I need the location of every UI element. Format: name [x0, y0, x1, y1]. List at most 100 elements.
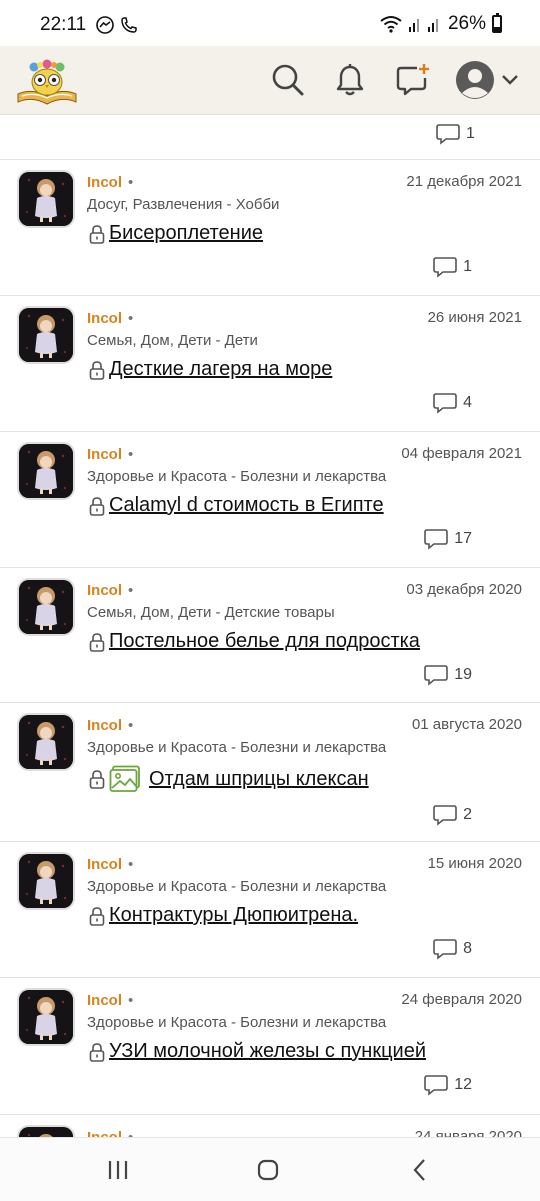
comment-count[interactable]: 1: [433, 256, 472, 278]
post-item[interactable]: Incol • 26 июня 2021 Семья, Дом, Дети - Д…: [0, 296, 540, 432]
post-title-row: Calamyl d стоимость в Египте: [89, 494, 384, 517]
comment-count[interactable]: 2: [433, 804, 472, 826]
post-date: 24 февраля 2020: [401, 991, 522, 1008]
post-title-link[interactable]: Постельное белье для подростка: [109, 630, 420, 653]
comment-count[interactable]: 4: [433, 392, 472, 414]
post-category[interactable]: Здоровье и Красота - Болезни и лекарства: [87, 739, 386, 756]
separator-dot: •: [128, 174, 134, 191]
lock-icon: [89, 1042, 105, 1062]
post-date: 15 июня 2020: [427, 855, 522, 872]
comment-count-value: 8: [463, 940, 472, 957]
signal-icon: [408, 19, 438, 32]
posts-feed[interactable]: 1 Incol • 21 декабря 2021 Досуг, Развлече…: [0, 115, 540, 1137]
post-title-link[interactable]: Бисероплетение: [109, 222, 263, 245]
post-title-link[interactable]: Calamyl d стоимость в Египте: [109, 494, 384, 517]
notifications-button[interactable]: [330, 60, 370, 100]
recent-apps-button[interactable]: [98, 1152, 138, 1188]
comment-icon: [424, 665, 449, 686]
author-name[interactable]: Incol: [87, 446, 122, 463]
comment-icon: [433, 393, 457, 414]
post-category[interactable]: Здоровье и Красота - Болезни и лекарства: [87, 878, 386, 895]
post-date: 21 декабря 2021: [406, 173, 522, 190]
lock-icon: [89, 770, 105, 789]
status-time: 22:11: [40, 14, 87, 35]
author-name[interactable]: Incol: [87, 992, 122, 1009]
post-title-link[interactable]: Десткие лагеря на море: [109, 358, 332, 381]
comment-icon: [436, 124, 460, 145]
post-title-link[interactable]: Отдам шприцы клексан: [149, 768, 369, 791]
post-item[interactable]: Incol • 24 февраля 2020 Здоровье и Красот…: [0, 978, 540, 1115]
search-icon: [272, 64, 304, 96]
comment-icon: [424, 529, 449, 550]
author-avatar[interactable]: [19, 172, 73, 226]
home-button[interactable]: [248, 1152, 288, 1188]
author-avatar[interactable]: [19, 854, 73, 908]
profile-menu-button[interactable]: [455, 58, 523, 102]
post-category[interactable]: Здоровье и Красота - Болезни и лекарства: [87, 1014, 386, 1031]
post-title-row: Контрактуры Дюпюитрена.: [89, 904, 358, 927]
separator-dot: •: [128, 446, 134, 463]
comment-count[interactable]: 19: [424, 664, 472, 686]
avatar-doll-image: [19, 854, 73, 908]
back-button[interactable]: [400, 1152, 440, 1188]
post-category[interactable]: Семья, Дом, Дети - Детские товары: [87, 604, 335, 621]
post-category[interactable]: Семья, Дом, Дети - Дети: [87, 332, 258, 349]
lock-icon: [89, 906, 105, 926]
avatar-doll-image: [19, 308, 73, 362]
post-category[interactable]: Досуг, Развлечения - Хобби: [87, 196, 279, 213]
comment-icon: [424, 1075, 449, 1096]
new-post-button[interactable]: [393, 60, 433, 100]
chevron-down-icon: [502, 75, 518, 85]
comment-count[interactable]: 17: [424, 528, 472, 550]
site-logo[interactable]: [14, 54, 80, 108]
separator-dot: •: [128, 717, 134, 734]
post-title-row: Постельное белье для подростка: [89, 630, 420, 653]
avatar-doll-image: [19, 444, 73, 498]
comment-count-value: 1: [463, 258, 472, 275]
post-item[interactable]: Incol • 01 августа 2020 Здоровье и Красот…: [0, 703, 540, 842]
post-item[interactable]: Incol • 24 января 2020: [0, 1115, 540, 1137]
post-item[interactable]: Incol • 15 июня 2020 Здоровье и Красота -…: [0, 842, 540, 978]
comment-count[interactable]: 1: [436, 123, 475, 145]
post-item[interactable]: Incol • 04 февраля 2021 Здоровье и Красот…: [0, 432, 540, 568]
comment-count-value: 19: [454, 666, 472, 683]
system-nav-bar: [0, 1137, 540, 1201]
separator-dot: •: [128, 582, 134, 599]
comment-count-value: 1: [466, 125, 475, 142]
comment-count-value: 4: [463, 394, 472, 411]
author-avatar[interactable]: [19, 308, 73, 362]
comment-count[interactable]: 12: [424, 1074, 472, 1096]
comment-count-value: 2: [463, 806, 472, 823]
author-avatar[interactable]: [19, 1127, 73, 1137]
post-title-row: Десткие лагеря на море: [89, 358, 332, 381]
phone-icon: [121, 17, 137, 33]
post-date: 01 августа 2020: [411, 716, 522, 733]
recent-apps-icon: [108, 1161, 128, 1179]
separator-dot: •: [128, 856, 134, 873]
search-button[interactable]: [268, 60, 308, 100]
author-name[interactable]: Incol: [87, 582, 122, 599]
bell-icon: [336, 64, 364, 96]
author-name[interactable]: Incol: [87, 717, 122, 734]
post-item[interactable]: Incol • 03 декабря 2020 Семья, Дом, Дети …: [0, 568, 540, 703]
author-name[interactable]: Incol: [87, 174, 122, 191]
comment-icon: [433, 939, 457, 960]
post-title-link[interactable]: УЗИ молочной железы с пункцией: [109, 1040, 426, 1063]
author-name[interactable]: Incol: [87, 1129, 122, 1137]
owl-book-logo: [17, 59, 77, 105]
avatar-doll-image: [19, 990, 73, 1044]
author-name[interactable]: Incol: [87, 856, 122, 873]
author-avatar[interactable]: [19, 715, 73, 769]
lock-icon: [89, 632, 105, 652]
comment-count-value: 12: [454, 1076, 472, 1093]
post-title-link[interactable]: Контрактуры Дюпюитрена.: [109, 904, 358, 927]
post-item[interactable]: Incol • 21 декабря 2021 Досуг, Развлечени…: [0, 160, 540, 296]
author-name[interactable]: Incol: [87, 310, 122, 327]
author-avatar[interactable]: [19, 444, 73, 498]
post-title-row: Отдам шприцы клексан: [89, 765, 369, 793]
post-category[interactable]: Здоровье и Красота - Болезни и лекарства: [87, 468, 386, 485]
author-avatar[interactable]: [19, 580, 73, 634]
comment-count[interactable]: 8: [433, 938, 472, 960]
image-attachment-icon: [109, 765, 140, 792]
author-avatar[interactable]: [19, 990, 73, 1044]
